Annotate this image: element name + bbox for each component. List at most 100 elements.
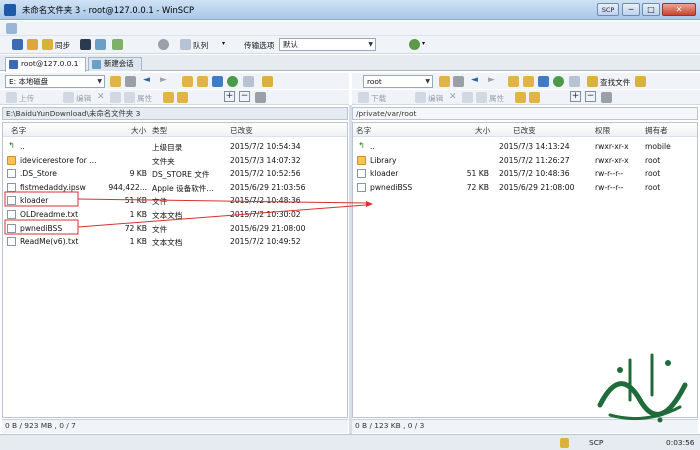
col-changed[interactable]: 已改变: [230, 125, 253, 136]
bookmarks-icon[interactable]: [243, 76, 254, 87]
transfer-settings-dropdown-icon[interactable]: ▾: [422, 40, 425, 47]
remote-dir-select[interactable]: root ▼: [363, 75, 433, 88]
filter-select-icon[interactable]: [255, 92, 266, 103]
col-size[interactable]: 大小: [131, 125, 146, 136]
local-file-list[interactable]: 名字 大小 类型 已改变 ↰.. 上级目录 2015/7/2 10:54:34 ide…: [2, 122, 348, 418]
queue-dropdown-icon[interactable]: ▾: [222, 40, 225, 47]
file-row[interactable]: fistmedaddy.ipsw 944,422... Apple 设备软件... 2…: [3, 181, 347, 194]
filter-icon[interactable]: [125, 76, 136, 87]
col-owner[interactable]: 拥有者: [645, 125, 668, 136]
edit-button[interactable]: 编辑: [76, 93, 91, 104]
col-name[interactable]: 名字: [356, 125, 371, 136]
file-name: Library: [370, 155, 397, 165]
window-help-button[interactable]: SCP: [597, 3, 619, 16]
file-row[interactable]: idevicerestore for ... 文件夹 2015/7/3 14:07:…: [3, 154, 347, 167]
forward-arrow-icon[interactable]: ►: [160, 75, 167, 85]
local-browser-icon[interactable]: [12, 39, 23, 50]
unselect-icon[interactable]: −: [585, 91, 596, 102]
download-icon[interactable]: [358, 92, 369, 103]
file-owner: root: [645, 182, 661, 192]
new-file-icon[interactable]: [529, 92, 540, 103]
edit-icon[interactable]: [415, 92, 426, 103]
delete-icon[interactable]: ✕: [97, 92, 105, 102]
root-dir-icon[interactable]: [523, 76, 534, 87]
unselect-icon[interactable]: −: [239, 91, 250, 102]
file-row[interactable]: OLDreadme.txt 1 KB 文本文档 2015/7/2 10:30:02: [3, 208, 347, 221]
new-file-icon[interactable]: [177, 92, 188, 103]
filter-icon[interactable]: [453, 76, 464, 87]
tab-new-session[interactable]: 新建会话: [88, 57, 142, 71]
file-row[interactable]: kloader 51 KB 文件 2015/7/2 10:48:36: [3, 194, 347, 207]
queue-button[interactable]: 队列: [193, 40, 208, 51]
file-row[interactable]: pwnediBSS 72 KB 文件 2015/6/29 21:08:00: [3, 222, 347, 235]
home-icon[interactable]: [212, 76, 223, 87]
minimize-button[interactable]: ─: [622, 3, 640, 16]
new-folder-icon[interactable]: [163, 92, 174, 103]
close-button[interactable]: ✕: [662, 3, 696, 16]
transfer-preset-select[interactable]: 默认 ▼: [279, 38, 376, 51]
edit-button[interactable]: 编辑: [428, 93, 443, 104]
sync-icon[interactable]: [42, 39, 53, 50]
file-row[interactable]: ↰.. 2015/7/3 14:13:24 rwxr-xr-x mobile: [353, 140, 697, 153]
upload-icon[interactable]: [6, 92, 17, 103]
col-rights[interactable]: 权限: [595, 125, 610, 136]
parent-dir-icon[interactable]: [508, 76, 519, 87]
edit-icon[interactable]: [63, 92, 74, 103]
find-files-icon[interactable]: [587, 76, 598, 87]
find-icon[interactable]: [262, 76, 273, 87]
find-files-button[interactable]: 查找文件: [600, 77, 630, 88]
properties-button[interactable]: 属性: [137, 93, 152, 104]
transfer-icon[interactable]: [112, 39, 123, 50]
forward-arrow-icon[interactable]: ►: [488, 75, 495, 85]
rename-icon[interactable]: [462, 92, 473, 103]
col-name[interactable]: 名字: [11, 125, 26, 136]
sync-button[interactable]: 同步: [55, 40, 70, 51]
download-button[interactable]: 下载: [371, 93, 386, 104]
maximize-button[interactable]: □: [642, 3, 660, 16]
file-owner: root: [645, 169, 661, 179]
menu-icon[interactable]: [6, 23, 17, 34]
new-folder-icon[interactable]: [515, 92, 526, 103]
file-row[interactable]: Library 2015/7/2 11:26:27 rwxr-xr-x root: [353, 154, 697, 167]
parent-dir-icon[interactable]: [182, 76, 193, 87]
open-folder-icon[interactable]: [439, 76, 450, 87]
file-row[interactable]: ReadMe(v6).txt 1 KB 文本文档 2015/7/2 10:49:52: [3, 235, 347, 248]
home-icon[interactable]: [538, 76, 549, 87]
preferences-icon[interactable]: [158, 39, 169, 50]
upload-button[interactable]: 上传: [19, 93, 34, 104]
refresh-icon[interactable]: [553, 76, 564, 87]
file-changed: 2015/7/2 10:52:56: [230, 169, 301, 179]
back-arrow-icon[interactable]: ◄: [143, 75, 150, 85]
drive-select[interactable]: E: 本地磁盘 ▼: [5, 75, 105, 88]
col-changed[interactable]: 已改变: [513, 125, 536, 136]
status-bar: SCP 0:03:56: [0, 434, 700, 450]
file-row[interactable]: ↰.. 上级目录 2015/7/2 10:54:34: [3, 140, 347, 153]
bookmarks-icon[interactable]: [569, 76, 580, 87]
select-all-icon[interactable]: +: [570, 91, 581, 102]
back-arrow-icon[interactable]: ◄: [471, 75, 478, 85]
col-size[interactable]: 大小: [475, 125, 490, 136]
remote-file-list[interactable]: 名字 大小 已改变 权限 拥有者 ↰.. 2015/7/3 14:13:24 rwx…: [352, 122, 698, 418]
rename-icon[interactable]: [110, 92, 121, 103]
transfer-settings-icon[interactable]: [409, 39, 420, 50]
open-folder-icon[interactable]: [110, 76, 121, 87]
root-dir-icon[interactable]: [197, 76, 208, 87]
console-icon[interactable]: [80, 39, 91, 50]
refresh-icon[interactable]: [227, 76, 238, 87]
compare-dirs-icon[interactable]: [27, 39, 38, 50]
col-type[interactable]: 类型: [152, 125, 167, 136]
queue-icon[interactable]: [180, 39, 191, 50]
file-row[interactable]: pwnediBSS 72 KB 2015/6/29 21:08:00 rw-r--r-…: [353, 181, 697, 194]
tab-session-root[interactable]: root@127.0.0.1: [5, 57, 86, 72]
properties-button[interactable]: 属性: [489, 93, 504, 104]
file-row[interactable]: kloader 51 KB 2015/7/2 10:48:36 rw-r--r-- ro…: [353, 167, 697, 180]
tree-icon[interactable]: [635, 76, 646, 87]
delete-icon[interactable]: ✕: [449, 92, 457, 102]
file-row[interactable]: .DS_Store 9 KB DS_STORE 文件 2015/7/2 10:52:5…: [3, 167, 347, 180]
properties-icon[interactable]: [124, 92, 135, 103]
filter-select-icon[interactable]: [601, 92, 612, 103]
properties-icon[interactable]: [476, 92, 487, 103]
putty-icon[interactable]: [95, 39, 106, 50]
drive-value: E: 本地磁盘: [9, 77, 49, 86]
select-all-icon[interactable]: +: [224, 91, 235, 102]
